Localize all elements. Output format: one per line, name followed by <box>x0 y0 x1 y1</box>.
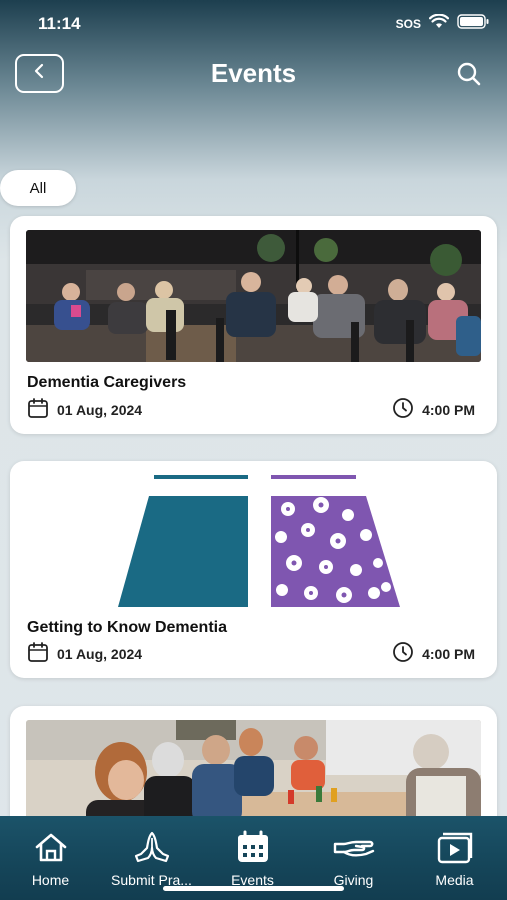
status-indicators: SOS <box>395 13 489 34</box>
status-time: 11:14 <box>38 14 81 33</box>
media-play-icon <box>404 830 505 864</box>
event-time: 4:00 PM <box>392 641 475 666</box>
tab-submit-prayer[interactable]: Submit Pra... <box>101 830 202 888</box>
event-photo <box>26 230 481 362</box>
event-title: Dementia Caregivers <box>27 374 187 391</box>
home-indicator <box>163 886 344 891</box>
event-date-text: 01 Aug, 2024 <box>57 401 143 418</box>
tab-label: Media <box>435 872 474 888</box>
event-title: Getting to Know Dementia <box>27 619 227 636</box>
tab-home[interactable]: Home <box>0 830 101 888</box>
event-date-text: 01 Aug, 2024 <box>57 645 143 662</box>
calendar-icon <box>202 830 303 864</box>
event-card[interactable]: Dementia Caregivers 01 Aug, 2024 4:00 PM <box>10 216 497 434</box>
clock-icon <box>392 641 414 666</box>
tab-giving[interactable]: Giving <box>303 830 404 888</box>
calendar-icon <box>27 397 49 422</box>
tab-media[interactable]: Media <box>404 830 505 888</box>
event-time-text: 4:00 PM <box>422 401 475 418</box>
event-date: 01 Aug, 2024 <box>27 641 142 666</box>
praying-hands-icon <box>101 830 202 864</box>
tab-events[interactable]: Events <box>202 830 303 888</box>
home-icon <box>0 830 101 864</box>
event-date: 01 Aug, 2024 <box>27 397 142 422</box>
filter-chip-all[interactable]: All <box>0 170 76 206</box>
page-title: Events <box>210 58 297 88</box>
event-graphic <box>26 475 481 607</box>
status-bar: 11:14 SOS <box>0 0 507 46</box>
event-card[interactable]: Getting to Know Dementia 01 Aug, 2024 4:… <box>10 461 497 678</box>
wifi-icon <box>428 13 450 34</box>
clock-icon <box>392 397 414 422</box>
giving-hand-icon <box>303 830 404 864</box>
event-time: 4:00 PM <box>392 397 475 422</box>
header: Events <box>0 52 507 96</box>
tab-label: Home <box>31 872 70 888</box>
battery-icon <box>457 14 489 34</box>
search-icon[interactable] <box>455 60 483 88</box>
sos-indicator: SOS <box>395 17 421 31</box>
event-time-text: 4:00 PM <box>422 645 475 662</box>
calendar-icon <box>27 641 49 666</box>
